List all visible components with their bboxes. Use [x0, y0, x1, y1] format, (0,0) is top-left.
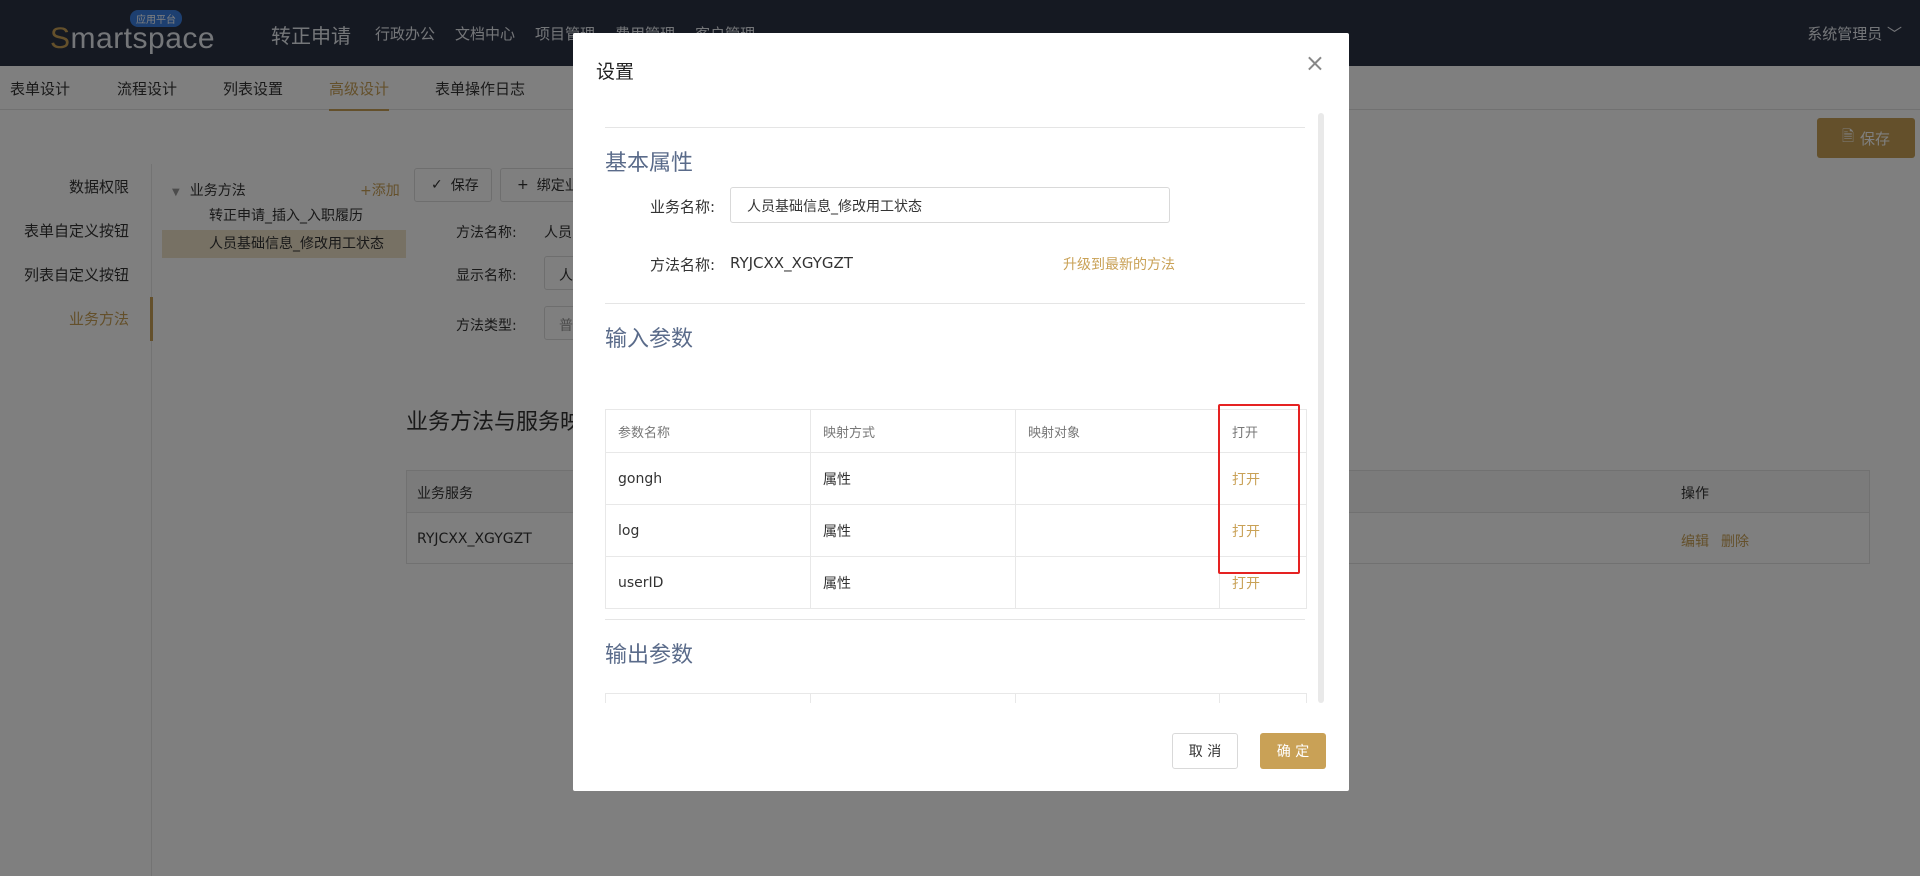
input-params-table: 参数名称 映射方式 映射对象 打开 gongh 属性 打开 log 属性 打开 …: [605, 409, 1307, 609]
biz-name-label: 业务名称:: [650, 198, 716, 216]
cancel-button[interactable]: 取 消: [1172, 733, 1238, 769]
mapping-target-cell[interactable]: [1016, 453, 1220, 504]
confirm-button[interactable]: 确 定: [1260, 733, 1326, 769]
header-mapping-target: 映射对象: [1016, 410, 1220, 452]
table-border: [1015, 694, 1016, 703]
mapping-target-cell[interactable]: [1016, 505, 1220, 556]
table-border: [1219, 694, 1220, 703]
method-name-label: 方法名称:: [650, 256, 716, 274]
dialog-title: 设置: [596, 61, 635, 83]
mapping-mode-select[interactable]: 属性: [811, 557, 1016, 608]
divider: [605, 619, 1305, 620]
param-name-cell: userID: [606, 557, 811, 608]
table-row: log 属性 打开: [606, 504, 1306, 556]
basic-props-title: 基本属性: [605, 151, 694, 176]
table-border: [605, 694, 606, 703]
output-params-title: 输出参数: [605, 643, 694, 668]
method-name-value: RYJCXX_XGYGZT: [730, 254, 853, 272]
table-border: [1306, 694, 1307, 703]
output-params-table: [605, 693, 1307, 703]
table-row: gongh 属性 打开: [606, 452, 1306, 504]
table-border: [810, 694, 811, 703]
table-header: 参数名称 映射方式 映射对象 打开: [606, 410, 1306, 452]
divider: [605, 127, 1305, 128]
input-params-title: 输入参数: [605, 327, 694, 352]
divider: [605, 303, 1305, 304]
param-name-cell: gongh: [606, 453, 811, 504]
upgrade-method-link[interactable]: 升级到最新的方法: [1063, 254, 1175, 274]
mapping-mode-select[interactable]: 属性: [811, 453, 1016, 504]
close-icon[interactable]: ×: [1305, 51, 1325, 75]
table-row: userID 属性 打开: [606, 556, 1306, 608]
mapping-target-cell[interactable]: [1016, 557, 1220, 608]
header-param-name: 参数名称: [606, 410, 811, 452]
param-name-cell: log: [606, 505, 811, 556]
highlight-box: [1218, 404, 1300, 574]
mapping-mode-select[interactable]: 属性: [811, 505, 1016, 556]
biz-name-input[interactable]: 人员基础信息_修改用工状态: [730, 187, 1170, 223]
dialog-scrollbar[interactable]: [1318, 113, 1324, 703]
header-mapping-mode: 映射方式: [811, 410, 1016, 452]
